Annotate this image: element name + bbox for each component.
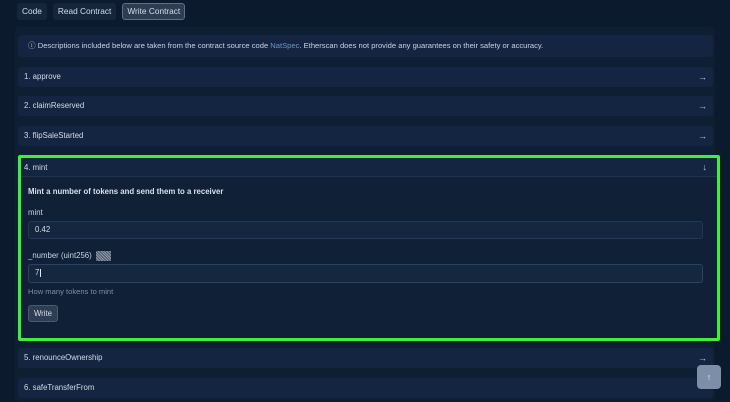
function-label: 4. mint: [24, 163, 48, 172]
payable-amount-label: mint: [28, 208, 43, 217]
arrow-right-icon: →: [698, 72, 707, 82]
payable-amount-input[interactable]: 0.42: [28, 221, 703, 239]
function-label: 3. flipSaleStarted: [24, 131, 84, 140]
function-label: 5. renounceOwnership: [24, 353, 103, 362]
notice-text-before: Descriptions included below are taken fr…: [37, 41, 271, 50]
function-row-approve[interactable]: 1. approve →: [18, 67, 713, 87]
mint-description: Mint a number of tokens and send them to…: [28, 187, 224, 196]
number-param-label: _number (uint256): [28, 251, 92, 261]
tab-code[interactable]: Code: [17, 3, 47, 20]
number-param-hint: How many tokens to mint: [28, 287, 114, 296]
function-label: 6. safeTransferFrom: [24, 383, 95, 392]
notice-text-after: . Etherscan does not provide any guarant…: [299, 41, 544, 50]
number-param-value: 7: [35, 268, 40, 277]
tab-write-contract[interactable]: Write Contract: [122, 3, 186, 20]
tab-read-contract[interactable]: Read Contract: [52, 3, 117, 20]
function-row-renounceownership[interactable]: 5. renounceOwnership →: [18, 348, 713, 368]
payable-amount-value: 0.42: [35, 225, 51, 234]
function-label: 1. approve: [24, 72, 61, 81]
arrow-right-icon: →: [698, 131, 707, 141]
arrow-down-icon: ↓: [702, 162, 708, 172]
function-row-flipsalestarted[interactable]: 3. flipSaleStarted →: [18, 126, 713, 146]
function-row-claimreserved[interactable]: 2. claimReserved →: [18, 96, 713, 116]
natspec-link[interactable]: NatSpec: [270, 41, 299, 50]
number-param-label-row: _number (uint256): [28, 251, 111, 261]
text-caret: [40, 268, 42, 277]
contract-tabs: Code Read Contract Write Contract: [17, 3, 186, 20]
copy-icon[interactable]: [95, 251, 111, 261]
function-row-safetransferfrom[interactable]: 6. safeTransferFrom: [18, 378, 713, 398]
mint-form: [21, 177, 717, 338]
info-icon: ⓘ: [28, 41, 36, 50]
scroll-to-top-button[interactable]: ↑: [697, 365, 721, 389]
number-param-input[interactable]: 7: [28, 264, 703, 283]
arrow-up-icon: ↑: [706, 372, 712, 382]
write-button[interactable]: Write: [28, 305, 58, 322]
function-row-mint[interactable]: 4. mint ↓: [21, 158, 717, 177]
natspec-notice: ⓘ Descriptions included below are taken …: [18, 35, 713, 57]
function-label: 2. claimReserved: [24, 101, 85, 110]
arrow-right-icon: →: [698, 101, 707, 111]
